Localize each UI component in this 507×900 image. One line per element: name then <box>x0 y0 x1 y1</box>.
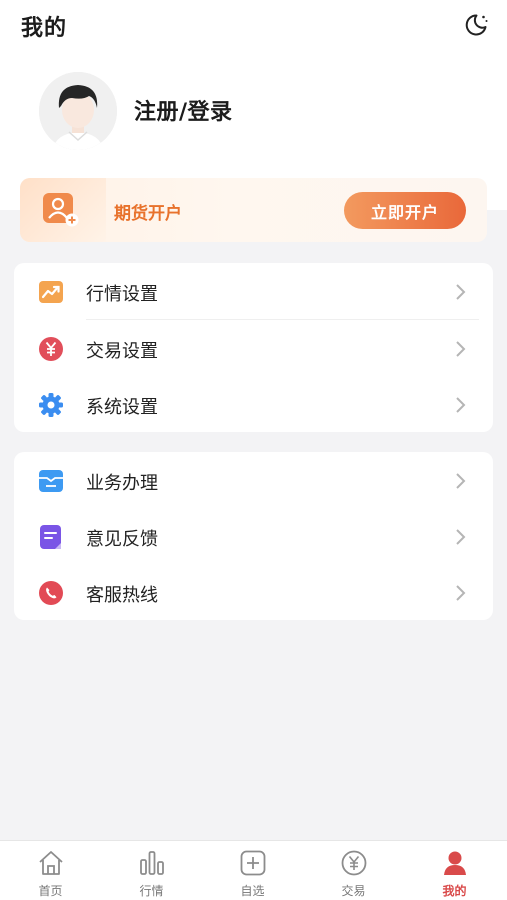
tab-label: 交易 <box>341 884 366 898</box>
tab-label: 我的 <box>442 884 467 898</box>
settings-card: 行情设置 交易设置 系统设置 <box>14 263 493 432</box>
login-register-link[interactable]: 注册/登录 <box>134 94 233 126</box>
menu-item-system-settings[interactable]: 系统设置 <box>14 376 493 432</box>
menu-item-label: 客服热线 <box>86 585 158 606</box>
menu-item-label: 意见反馈 <box>86 529 158 550</box>
tab-market[interactable]: 行情 <box>101 841 202 900</box>
bar-chart-icon <box>140 851 164 875</box>
chevron-right-icon <box>456 284 466 300</box>
tab-label: 行情 <box>139 884 164 898</box>
promo-label: 期货开户 <box>114 204 182 224</box>
yuan-circle-icon <box>341 850 367 876</box>
tab-label: 自选 <box>240 884 265 898</box>
menu-item-business[interactable]: 业务办理 <box>14 452 493 508</box>
plus-square-icon <box>240 850 266 876</box>
chevron-right-icon <box>456 585 466 601</box>
menu-item-label: 业务办理 <box>86 473 158 494</box>
menu-item-hotline[interactable]: 客服热线 <box>14 564 493 620</box>
home-icon <box>39 851 63 875</box>
gear-icon <box>39 393 63 417</box>
tab-watchlist[interactable]: 自选 <box>202 841 303 900</box>
page-title: 我的 <box>21 16 68 41</box>
user-avatar-icon <box>39 72 117 150</box>
account-open-banner[interactable]: 期货开户 立即开户 <box>20 178 487 242</box>
tab-home[interactable]: 首页 <box>0 841 101 900</box>
menu-item-market-settings[interactable]: 行情设置 <box>14 263 493 319</box>
business-card-icon <box>39 470 63 492</box>
chevron-right-icon <box>456 473 466 489</box>
tab-trade[interactable]: 交易 <box>303 841 404 900</box>
avatar[interactable] <box>39 72 117 150</box>
yuan-icon <box>39 337 63 361</box>
menu-item-feedback[interactable]: 意见反馈 <box>14 508 493 564</box>
chevron-right-icon <box>456 341 466 357</box>
phone-icon <box>39 581 63 605</box>
feedback-icon <box>40 525 61 549</box>
person-icon <box>444 851 466 875</box>
market-trend-icon <box>39 281 63 303</box>
menu-item-label: 交易设置 <box>86 341 158 362</box>
menu-item-label: 行情设置 <box>86 284 158 305</box>
moon-icon[interactable] <box>462 11 490 39</box>
account-open-icon <box>43 193 79 227</box>
menu-item-trade-settings[interactable]: 交易设置 <box>14 320 493 376</box>
promo-icon-background <box>20 178 106 242</box>
open-account-button[interactable]: 立即开户 <box>344 192 466 229</box>
chevron-right-icon <box>456 529 466 545</box>
services-card: 业务办理 意见反馈 客服热线 <box>14 452 493 620</box>
tab-label: 首页 <box>38 884 63 898</box>
menu-item-label: 系统设置 <box>86 397 158 418</box>
bottom-tab-bar: 首页 行情 自选 交易 我的 <box>0 840 507 900</box>
tab-mine[interactable]: 我的 <box>404 841 505 900</box>
chevron-right-icon <box>456 397 466 413</box>
